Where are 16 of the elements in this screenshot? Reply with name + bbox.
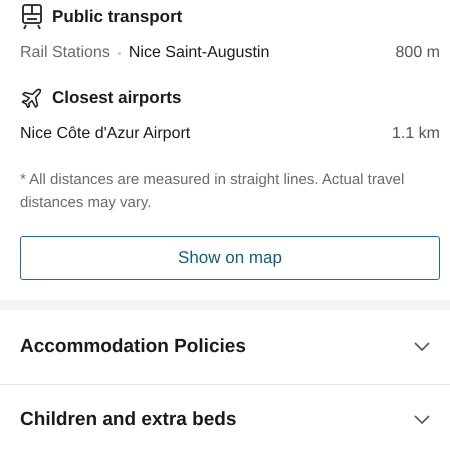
place-name: Nice Côte d'Azur Airport: [20, 125, 192, 143]
distance-text: 800 m: [396, 44, 440, 62]
chevron-icon[interactable]: [414, 342, 430, 352]
distance-text: 1.1 km: [392, 125, 440, 143]
show-on-map-button[interactable]: Show on map: [20, 236, 440, 280]
section-heading: Closest airports: [52, 88, 182, 108]
separator-dot: [118, 52, 121, 54]
place-name: Nice Saint-Augustin: [128, 44, 270, 62]
chevron-icon[interactable]: [414, 415, 430, 425]
accordion-heading[interactable]: Accommodation Policies: [20, 336, 414, 358]
disclaimer-note: * All distances are measured in straight lines. Actual travel distances may vary.: [20, 170, 406, 213]
train-icon: [21, 4, 43, 30]
accordion-heading[interactable]: Children and extra beds: [20, 409, 414, 431]
section-heading: Public transport: [52, 7, 182, 27]
airplane-icon: [21, 88, 43, 108]
place-category: Rail Stations: [20, 44, 110, 62]
